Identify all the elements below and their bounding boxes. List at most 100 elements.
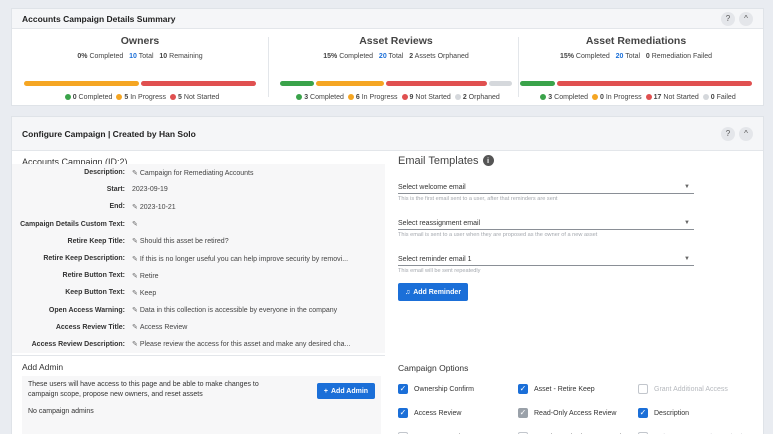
pencil-icon[interactable]: ✎ — [132, 341, 138, 348]
add-user-icon: + — [323, 387, 328, 395]
detail-row: Retire Keep Title: ✎ Should this asset be … — [12, 233, 385, 250]
legend-dot — [540, 93, 547, 100]
owners-stats: 0% Completed 10 Total 10 Remaining — [77, 53, 203, 60]
legend-dot — [296, 93, 303, 100]
collapse-button[interactable]: ^ — [739, 11, 753, 26]
configure-card: Configure Campaign | Created by Han Solo… — [11, 116, 764, 434]
detail-row: Campaign Details Custom Text: ✎ — [12, 216, 385, 233]
add-admin-title: Add Admin — [22, 362, 64, 372]
no-admins-text: No campaign admins — [28, 408, 94, 415]
progress-segment — [141, 81, 256, 86]
legend-item: 3 Completed — [536, 93, 588, 101]
detail-value[interactable]: ✎ Should this asset be retired? — [132, 237, 385, 245]
detail-value[interactable]: ✎ Please review the access for this asset… — [132, 340, 385, 348]
detail-value: 2023-09-19 — [132, 186, 168, 194]
detail-value[interactable]: ✎ Campaign for Remediating Accounts — [132, 169, 385, 177]
owners-legend: 0 Completed 5 In Progress 5 Not Started — [20, 93, 260, 103]
pencil-icon[interactable]: ✎ — [132, 204, 138, 211]
detail-value[interactable]: ✎ Data in this collection is accessible b… — [132, 306, 385, 314]
detail-value[interactable]: ✎ — [132, 220, 385, 228]
detail-label: End: — [109, 203, 125, 211]
asset-remediations-progress-bar — [520, 81, 752, 86]
detail-label: Description: — [84, 169, 125, 177]
reassignment-email-hint: This email is sent to a user when they a… — [398, 232, 598, 238]
option-checkbox[interactable]: ✓ Ownership Confirm — [398, 384, 474, 394]
pencil-icon[interactable]: ✎ — [132, 256, 138, 263]
detail-value[interactable]: ✎ Access Review — [132, 323, 385, 331]
legend-dot — [64, 93, 71, 100]
detail-row: Description: ✎ Campaign for Remediating Ac… — [12, 164, 385, 181]
checkbox-checked-icon: ✓ — [398, 408, 408, 418]
add-admin-description: These users will have access to this pag… — [28, 381, 259, 398]
reassignment-email-select[interactable]: Select reassignment email ▼ — [398, 217, 694, 230]
help-button[interactable]: ? — [721, 126, 735, 141]
detail-value[interactable]: ✎ 2023-10-21 — [132, 203, 385, 211]
reminder-email-select[interactable]: Select reminder email 1 ▼ — [398, 253, 694, 266]
detail-value[interactable]: ✎ If this is no longer useful you can hel… — [132, 255, 385, 263]
asset-remediations-stats: 15% Completed 20 Total 0 Remediation Fai… — [559, 53, 713, 60]
option-checkbox: ✓ Read-Only Access Review — [518, 408, 617, 418]
asset-reviews-section: Asset Reviews 15% Completed 20 Total 2 A… — [272, 29, 520, 107]
summary-title: Accounts Campaign Details Summary — [22, 13, 176, 24]
summary-header: Accounts Campaign Details Summary ? ^ — [12, 9, 763, 29]
progress-segment — [24, 81, 139, 86]
detail-row: Retire Keep Description: ✎ If this is no l… — [12, 250, 385, 267]
add-admin-box: These users will have access to this pag… — [22, 376, 381, 434]
detail-row: End: ✎ 2023-10-21 — [12, 198, 385, 215]
welcome-email-hint: This is the first email sent to a user, … — [398, 196, 558, 202]
detail-row: Open Access Warning: ✎ Data in this collec… — [12, 302, 385, 319]
asset-remediations-section: Asset Remediations 15% Completed 20 Tota… — [512, 29, 760, 107]
progress-segment — [315, 81, 384, 86]
welcome-email-select[interactable]: Select welcome email ▼ — [398, 181, 694, 194]
legend-item: 5 In Progress — [112, 93, 166, 101]
legend-dot — [454, 93, 461, 100]
pencil-icon[interactable]: ✎ — [132, 170, 138, 177]
pencil-icon[interactable]: ✎ — [132, 290, 138, 297]
option-checkbox[interactable]: ✓ Asset - Retire Keep — [518, 384, 595, 394]
detail-label: Open Access Warning: — [48, 306, 125, 314]
collapse-button[interactable]: ^ — [739, 126, 753, 141]
legend-item: 0 Completed — [61, 93, 112, 101]
info-icon[interactable]: i — [482, 155, 494, 166]
chevron-down-icon: ▼ — [684, 184, 690, 190]
campaign-details-list: Description: ✎ Campaign for Remediating Ac… — [12, 164, 385, 354]
pencil-icon[interactable]: ✎ — [132, 238, 138, 245]
legend-item: 9 Not Started — [398, 93, 451, 101]
detail-label: Retire Keep Title: — [67, 237, 125, 245]
detail-label: Keep Button Text: — [65, 289, 125, 297]
legend-item: 3 Completed — [292, 93, 344, 101]
chevron-down-icon: ▼ — [684, 220, 690, 226]
option-checkbox[interactable]: ✓ Description — [638, 408, 689, 418]
help-button[interactable]: ? — [721, 11, 735, 26]
owners-section: Owners 0% Completed 10 Total 10 Remainin… — [16, 29, 264, 107]
option-checkbox: Grant Additional Access — [638, 384, 728, 394]
detail-label: Access Review Description: — [31, 340, 125, 348]
detail-row: Keep Button Text: ✎ Keep — [12, 284, 385, 301]
detail-label: Start: — [106, 186, 125, 194]
asset-reviews-progress-bar — [280, 81, 512, 86]
pencil-icon[interactable]: ✎ — [132, 273, 138, 280]
legend-item: 17 Not Started — [642, 93, 699, 101]
pencil-icon[interactable]: ✎ — [132, 307, 138, 314]
detail-row: Access Review Description: ✎ Please review… — [12, 336, 385, 353]
detail-row: Access Review Title: ✎ Access Review — [12, 319, 385, 336]
asset-reviews-legend: 3 Completed 6 In Progress 9 Not Started 2 O… — [276, 93, 516, 103]
detail-label: Retire Keep Description: — [43, 255, 125, 263]
legend-item: 0 In Progress — [588, 93, 642, 101]
add-reminder-button[interactable]: ♫ Add Reminder — [398, 283, 468, 301]
detail-value[interactable]: ✎ Keep — [132, 289, 385, 297]
add-admin-button[interactable]: + Add Admin — [317, 383, 375, 399]
legend-item: 6 In Progress — [344, 93, 398, 101]
email-templates-title: Email Templates i — [398, 155, 494, 167]
detail-row: Retire Button Text: ✎ Retire — [12, 267, 385, 284]
option-checkbox[interactable]: ✓ Access Review — [398, 408, 461, 418]
checkbox-checked-icon: ✓ — [638, 408, 648, 418]
checkbox-unchecked-icon — [638, 384, 648, 394]
pencil-icon[interactable]: ✎ — [132, 221, 138, 228]
legend-dot — [702, 93, 709, 100]
legend-dot — [401, 93, 408, 100]
reminder-email-field: Select reminder email 1 ▼ This email will… — [398, 253, 694, 274]
detail-value[interactable]: ✎ Retire — [132, 272, 385, 280]
pencil-icon[interactable]: ✎ — [132, 324, 138, 331]
legend-dot — [591, 93, 598, 100]
